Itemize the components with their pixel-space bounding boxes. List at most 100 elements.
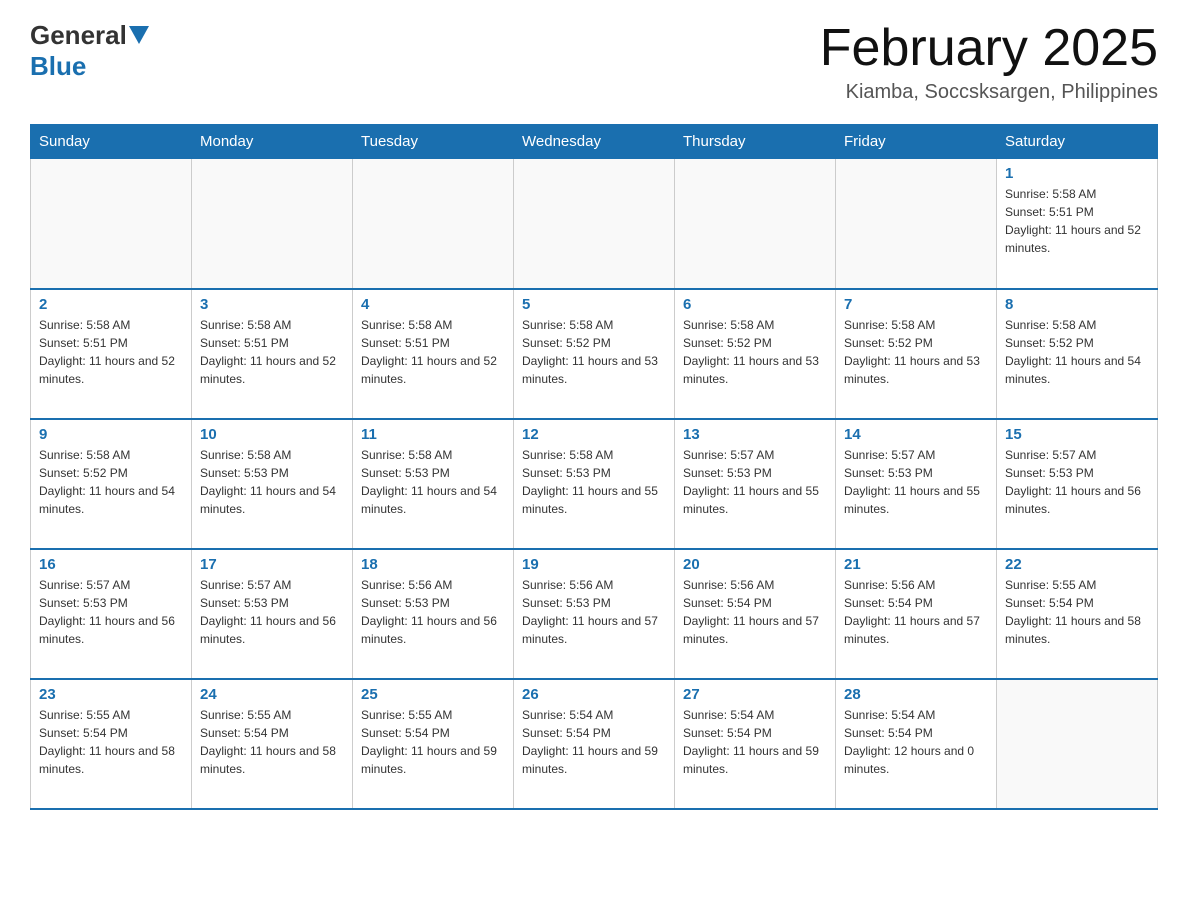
calendar-cell: 21Sunrise: 5:56 AMSunset: 5:54 PMDayligh… [836,549,997,679]
day-number: 18 [361,556,505,573]
day-info: Sunrise: 5:58 AMSunset: 5:51 PMDaylight:… [361,316,505,388]
day-number: 5 [522,296,666,313]
day-info: Sunrise: 5:54 AMSunset: 5:54 PMDaylight:… [683,706,827,778]
day-number: 7 [844,296,988,313]
calendar-cell: 17 Sunrise: 5:57 AMSunset: 5:53 PMDayligh… [192,549,353,679]
page-header: General Blue February 2025 Kiamba, Soccs… [30,20,1158,104]
day-number: 17 [200,556,344,573]
calendar-cell: 9 Sunrise: 5:58 AMSunset: 5:52 PMDaylight… [31,419,192,549]
logo-general-text: General [30,20,127,51]
calendar-cell: 23 Sunrise: 5:55 AMSunset: 5:54 PMDayligh… [31,679,192,809]
calendar-cell [514,159,675,289]
day-number: 6 [683,296,827,313]
day-number: 20 [683,556,827,573]
calendar-table: SundayMondayTuesdayWednesdayThursdayFrid… [30,124,1158,810]
day-info: Sunrise: 5:58 AMSunset: 5:52 PMDaylight:… [683,316,827,388]
calendar-cell: 6 Sunrise: 5:58 AMSunset: 5:52 PMDaylight… [675,289,836,419]
calendar-cell: 4 Sunrise: 5:58 AMSunset: 5:51 PMDaylight… [353,289,514,419]
calendar-cell [675,159,836,289]
day-number: 16 [39,556,183,573]
calendar-cell: 3 Sunrise: 5:58 AMSunset: 5:51 PMDaylight… [192,289,353,419]
weekday-header-wednesday: Wednesday [514,125,675,159]
calendar-cell [997,679,1158,809]
day-info: Sunrise: 5:58 AMSunset: 5:52 PMDaylight:… [522,316,666,388]
day-info: Sunrise: 5:57 AMSunset: 5:53 PMDaylight:… [39,576,183,648]
calendar-cell: 14 Sunrise: 5:57 AMSunset: 5:53 PMDayligh… [836,419,997,549]
title-area: February 2025 Kiamba, Soccsksargen, Phil… [820,20,1158,104]
week-row-5: 23 Sunrise: 5:55 AMSunset: 5:54 PMDayligh… [31,679,1158,809]
day-number: 8 [1005,296,1149,313]
calendar-cell: 19Sunrise: 5:56 AMSunset: 5:53 PMDayligh… [514,549,675,679]
logo-blue-text: Blue [30,51,86,82]
calendar-cell: 1Sunrise: 5:58 AMSunset: 5:51 PMDaylight… [997,159,1158,289]
weekday-header-sunday: Sunday [31,125,192,159]
weekday-header-friday: Friday [836,125,997,159]
day-number: 10 [200,426,344,443]
day-number: 24 [200,686,344,703]
calendar-cell: 26Sunrise: 5:54 AMSunset: 5:54 PMDayligh… [514,679,675,809]
month-title: February 2025 [820,20,1158,77]
day-number: 27 [683,686,827,703]
weekday-header-saturday: Saturday [997,125,1158,159]
location-title: Kiamba, Soccsksargen, Philippines [820,81,1158,104]
day-info: Sunrise: 5:58 AMSunset: 5:51 PMDaylight:… [39,316,183,388]
day-number: 13 [683,426,827,443]
logo: General Blue [30,20,149,82]
weekday-header-tuesday: Tuesday [353,125,514,159]
day-info: Sunrise: 5:58 AMSunset: 5:53 PMDaylight:… [361,446,505,518]
day-info: Sunrise: 5:55 AMSunset: 5:54 PMDaylight:… [200,706,344,778]
day-info: Sunrise: 5:58 AMSunset: 5:51 PMDaylight:… [1005,185,1149,257]
day-info: Sunrise: 5:57 AMSunset: 5:53 PMDaylight:… [1005,446,1149,518]
day-info: Sunrise: 5:56 AMSunset: 5:53 PMDaylight:… [522,576,666,648]
calendar-cell: 11Sunrise: 5:58 AMSunset: 5:53 PMDayligh… [353,419,514,549]
calendar-cell: 28Sunrise: 5:54 AMSunset: 5:54 PMDayligh… [836,679,997,809]
week-row-3: 9 Sunrise: 5:58 AMSunset: 5:52 PMDaylight… [31,419,1158,549]
day-number: 15 [1005,426,1149,443]
logo-blue-part [127,26,149,46]
day-number: 4 [361,296,505,313]
week-row-4: 16 Sunrise: 5:57 AMSunset: 5:53 PMDayligh… [31,549,1158,679]
week-row-1: 1Sunrise: 5:58 AMSunset: 5:51 PMDaylight… [31,159,1158,289]
day-info: Sunrise: 5:56 AMSunset: 5:53 PMDaylight:… [361,576,505,648]
day-info: Sunrise: 5:55 AMSunset: 5:54 PMDaylight:… [361,706,505,778]
weekday-header-row: SundayMondayTuesdayWednesdayThursdayFrid… [31,125,1158,159]
calendar-cell: 12 Sunrise: 5:58 AMSunset: 5:53 PMDayligh… [514,419,675,549]
day-info: Sunrise: 5:57 AMSunset: 5:53 PMDaylight:… [844,446,988,518]
calendar-cell: 25 Sunrise: 5:55 AMSunset: 5:54 PMDayligh… [353,679,514,809]
day-number: 25 [361,686,505,703]
day-info: Sunrise: 5:54 AMSunset: 5:54 PMDaylight:… [844,706,988,778]
day-info: Sunrise: 5:58 AMSunset: 5:51 PMDaylight:… [200,316,344,388]
day-info: Sunrise: 5:58 AMSunset: 5:53 PMDaylight:… [522,446,666,518]
day-number: 12 [522,426,666,443]
calendar-cell: 5 Sunrise: 5:58 AMSunset: 5:52 PMDaylight… [514,289,675,419]
day-number: 23 [39,686,183,703]
day-info: Sunrise: 5:58 AMSunset: 5:52 PMDaylight:… [39,446,183,518]
calendar-cell: 24 Sunrise: 5:55 AMSunset: 5:54 PMDayligh… [192,679,353,809]
weekday-header-thursday: Thursday [675,125,836,159]
day-number: 2 [39,296,183,313]
calendar-cell: 8 Sunrise: 5:58 AMSunset: 5:52 PMDaylight… [997,289,1158,419]
calendar-cell: 16 Sunrise: 5:57 AMSunset: 5:53 PMDayligh… [31,549,192,679]
day-info: Sunrise: 5:57 AMSunset: 5:53 PMDaylight:… [200,576,344,648]
day-number: 14 [844,426,988,443]
day-info: Sunrise: 5:56 AMSunset: 5:54 PMDaylight:… [683,576,827,648]
day-info: Sunrise: 5:55 AMSunset: 5:54 PMDaylight:… [39,706,183,778]
day-info: Sunrise: 5:57 AMSunset: 5:53 PMDaylight:… [683,446,827,518]
calendar-cell [192,159,353,289]
day-info: Sunrise: 5:58 AMSunset: 5:53 PMDaylight:… [200,446,344,518]
calendar-cell [353,159,514,289]
calendar-cell: 2 Sunrise: 5:58 AMSunset: 5:51 PMDaylight… [31,289,192,419]
day-number: 9 [39,426,183,443]
calendar-cell: 10 Sunrise: 5:58 AMSunset: 5:53 PMDayligh… [192,419,353,549]
day-number: 3 [200,296,344,313]
day-number: 22 [1005,556,1149,573]
weekday-header-monday: Monday [192,125,353,159]
calendar-cell: 7Sunrise: 5:58 AMSunset: 5:52 PMDaylight… [836,289,997,419]
calendar-cell: 15 Sunrise: 5:57 AMSunset: 5:53 PMDayligh… [997,419,1158,549]
day-info: Sunrise: 5:56 AMSunset: 5:54 PMDaylight:… [844,576,988,648]
calendar-cell [31,159,192,289]
calendar-cell: 18 Sunrise: 5:56 AMSunset: 5:53 PMDayligh… [353,549,514,679]
day-number: 26 [522,686,666,703]
calendar-cell: 27 Sunrise: 5:54 AMSunset: 5:54 PMDayligh… [675,679,836,809]
day-info: Sunrise: 5:58 AMSunset: 5:52 PMDaylight:… [1005,316,1149,388]
